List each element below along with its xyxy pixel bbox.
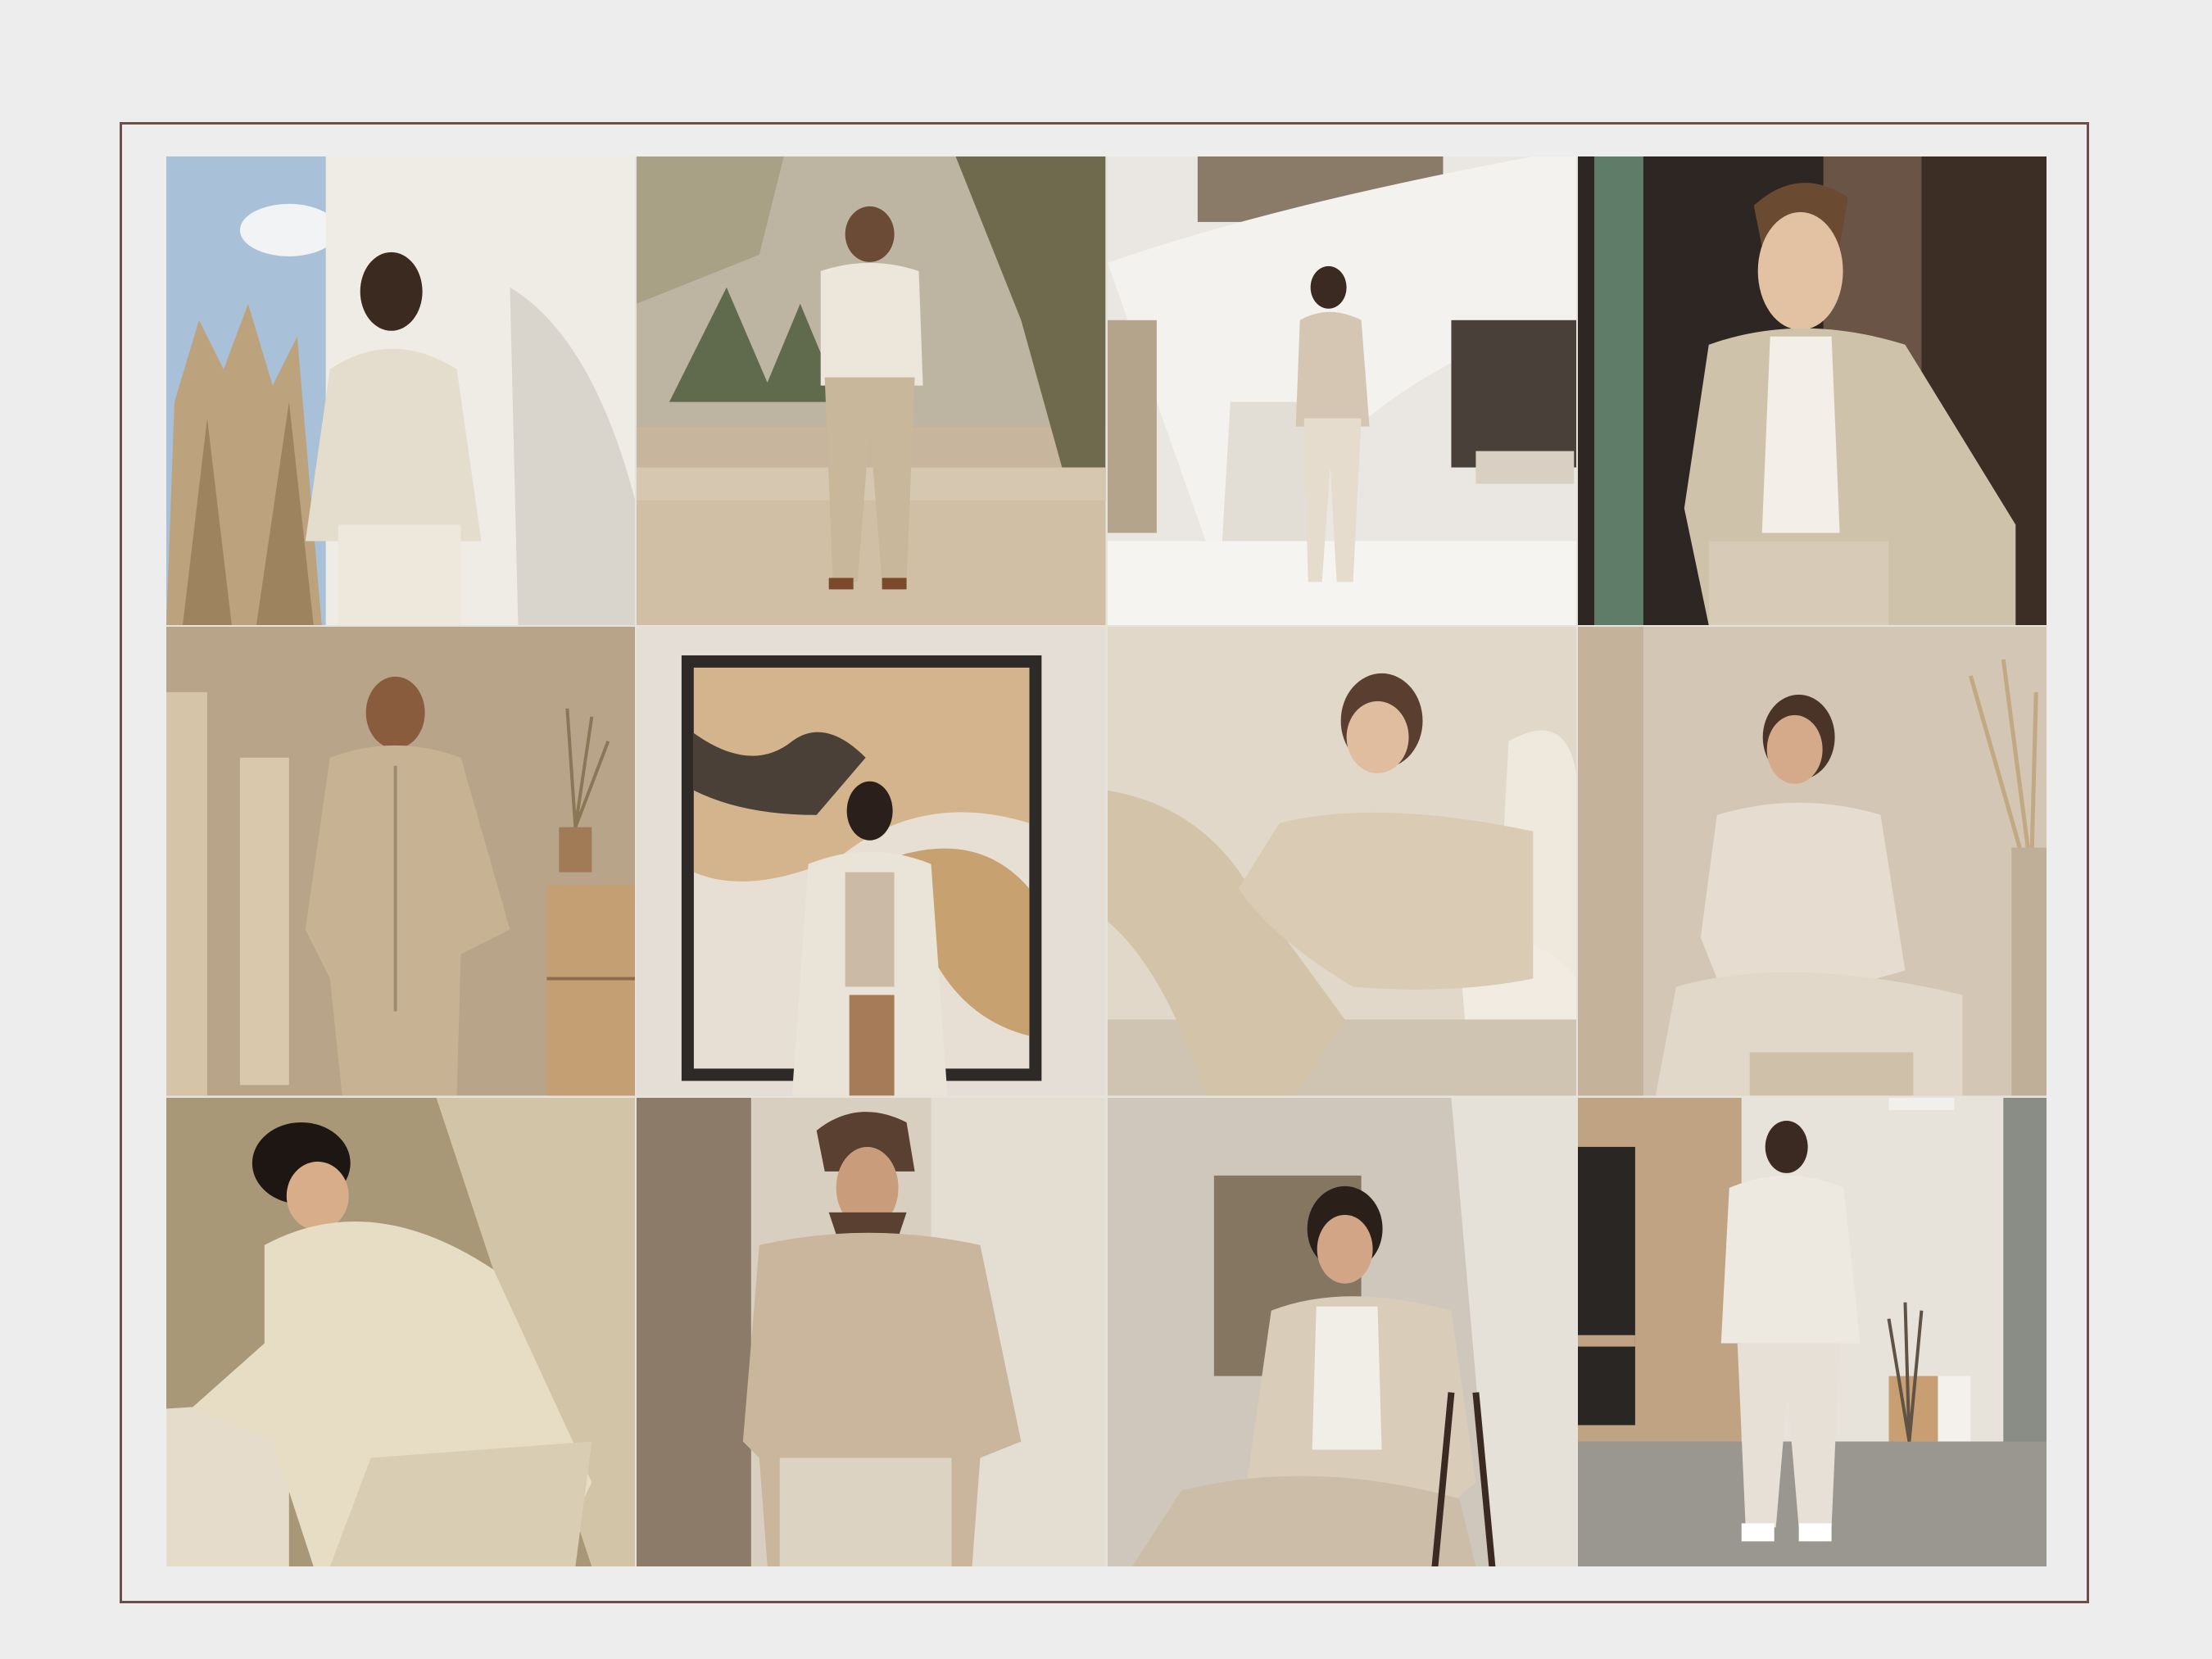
photo-12-image (1577, 1097, 2047, 1566)
photo-9-image (166, 1097, 636, 1566)
photo-2[interactable] (637, 156, 1106, 626)
photo-11-image (1107, 1097, 1576, 1566)
photo-5-image (166, 627, 636, 1096)
photo-3-image (1107, 156, 1576, 626)
photo-7[interactable] (1107, 627, 1576, 1096)
photo-11[interactable] (1107, 1097, 1576, 1566)
photo-8-image (1577, 627, 2047, 1096)
photo-4-image (1577, 156, 2047, 626)
photo-6-image (637, 627, 1106, 1096)
photo-9[interactable] (166, 1097, 636, 1566)
photo-8[interactable] (1577, 627, 2047, 1096)
photo-5[interactable] (166, 627, 636, 1096)
photo-3[interactable] (1107, 156, 1576, 626)
photo-10-image (637, 1097, 1106, 1566)
photo-2-image (637, 156, 1106, 626)
photo-grid (166, 156, 2047, 1566)
photo-7-image (1107, 627, 1576, 1096)
photo-10[interactable] (637, 1097, 1106, 1566)
photo-1[interactable] (166, 156, 636, 626)
photo-6[interactable] (637, 627, 1106, 1096)
photo-12[interactable] (1577, 1097, 2047, 1566)
photo-1-image (166, 156, 636, 626)
photo-4[interactable] (1577, 156, 2047, 626)
